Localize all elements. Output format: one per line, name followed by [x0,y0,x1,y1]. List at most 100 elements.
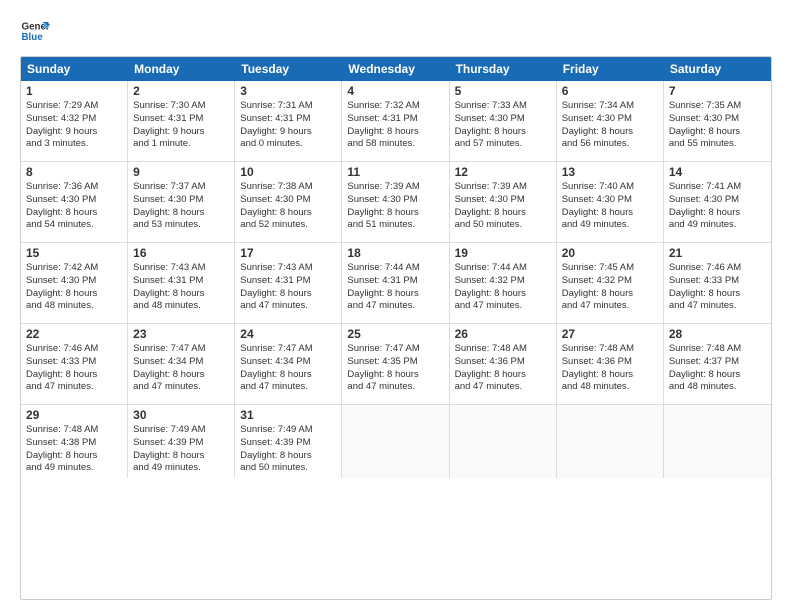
logo: General Blue [20,16,54,46]
cell-line: and 47 minutes. [240,300,336,313]
cell-line: Sunrise: 7:48 AM [669,343,766,356]
cell-line: Sunset: 4:37 PM [669,356,766,369]
cell-line: Sunrise: 7:47 AM [240,343,336,356]
cell-line: and 3 minutes. [26,138,122,151]
cell-line: Sunset: 4:30 PM [240,194,336,207]
calendar-header: SundayMondayTuesdayWednesdayThursdayFrid… [21,57,771,81]
cell-line: Daylight: 8 hours [669,288,766,301]
day-number-13: 13 [562,165,658,179]
cell-line: Sunrise: 7:48 AM [455,343,551,356]
cell-line: and 58 minutes. [347,138,443,151]
cell-line: Sunset: 4:32 PM [455,275,551,288]
cell-line: and 52 minutes. [240,219,336,232]
cell-line: Sunrise: 7:33 AM [455,100,551,113]
header-day-wednesday: Wednesday [342,57,449,81]
cell-line: Daylight: 8 hours [240,288,336,301]
cell-line: Daylight: 8 hours [240,369,336,382]
cell-line: and 49 minutes. [26,462,122,475]
cal-week-1: 1Sunrise: 7:29 AMSunset: 4:32 PMDaylight… [21,81,771,162]
day-number-16: 16 [133,246,229,260]
cell-line: Daylight: 8 hours [562,369,658,382]
cell-line: and 48 minutes. [133,300,229,313]
svg-text:Blue: Blue [22,32,44,43]
cell-line: Sunset: 4:30 PM [26,275,122,288]
cell-line: Daylight: 8 hours [26,207,122,220]
cell-line: and 0 minutes. [240,138,336,151]
cell-line: Sunset: 4:35 PM [347,356,443,369]
cell-line: Sunrise: 7:49 AM [240,424,336,437]
cal-cell-day-19: 19Sunrise: 7:44 AMSunset: 4:32 PMDayligh… [450,243,557,323]
cell-line: Daylight: 8 hours [133,207,229,220]
cell-line: Sunrise: 7:49 AM [133,424,229,437]
cell-line: Sunset: 4:31 PM [240,275,336,288]
day-number-19: 19 [455,246,551,260]
cal-cell-day-25: 25Sunrise: 7:47 AMSunset: 4:35 PMDayligh… [342,324,449,404]
day-number-12: 12 [455,165,551,179]
cal-cell-day-12: 12Sunrise: 7:39 AMSunset: 4:30 PMDayligh… [450,162,557,242]
cell-line: and 49 minutes. [669,219,766,232]
cell-line: Sunset: 4:36 PM [562,356,658,369]
cell-line: Sunrise: 7:44 AM [347,262,443,275]
cell-line: Sunset: 4:38 PM [26,437,122,450]
cal-cell-day-22: 22 Sunrise: 7:46 AMSunset: 4:33 PMDayligh… [21,324,128,404]
cell-line: Daylight: 8 hours [133,450,229,463]
cal-cell-empty [342,405,449,478]
cal-cell-day-23: 23Sunrise: 7:47 AMSunset: 4:34 PMDayligh… [128,324,235,404]
cal-cell-day-17: 17Sunrise: 7:43 AMSunset: 4:31 PMDayligh… [235,243,342,323]
cell-line: Daylight: 8 hours [669,126,766,139]
cell-line: Sunrise: 7:48 AM [26,424,122,437]
cell-line: Sunset: 4:30 PM [562,194,658,207]
cal-cell-day-5: 5Sunrise: 7:33 AMSunset: 4:30 PMDaylight… [450,81,557,161]
cell-line: and 50 minutes. [455,219,551,232]
day-number-9: 9 [133,165,229,179]
cell-line: Daylight: 8 hours [347,126,443,139]
cell-line: and 47 minutes. [562,300,658,313]
cell-line: Sunset: 4:39 PM [240,437,336,450]
cell-line: Daylight: 8 hours [455,126,551,139]
cell-line: Sunrise: 7:29 AM [26,100,122,113]
cell-line: Daylight: 8 hours [26,369,122,382]
cell-line: Sunrise: 7:35 AM [669,100,766,113]
cell-line: Daylight: 9 hours [26,126,122,139]
header-day-tuesday: Tuesday [235,57,342,81]
header: General Blue [20,16,772,46]
day-number-3: 3 [240,84,336,98]
cell-line: Daylight: 8 hours [133,369,229,382]
cell-line: Sunset: 4:30 PM [26,194,122,207]
cell-line: Sunset: 4:31 PM [347,113,443,126]
day-number-7: 7 [669,84,766,98]
cal-cell-day-8: 8Sunrise: 7:36 AMSunset: 4:30 PMDaylight… [21,162,128,242]
cell-line: and 50 minutes. [240,462,336,475]
cell-line: Sunrise: 7:42 AM [26,262,122,275]
cell-line: Sunset: 4:30 PM [669,113,766,126]
cell-line: Sunset: 4:30 PM [133,194,229,207]
cell-line: Sunrise: 7:47 AM [133,343,229,356]
cal-cell-empty [450,405,557,478]
cell-line: Sunset: 4:34 PM [133,356,229,369]
cell-line: Sunset: 4:31 PM [347,275,443,288]
cell-line: and 47 minutes. [347,300,443,313]
cell-line: Sunrise: 7:39 AM [455,181,551,194]
cell-line: and 47 minutes. [669,300,766,313]
cell-line: and 48 minutes. [562,381,658,394]
cell-line: Sunset: 4:32 PM [26,113,122,126]
cell-line: Daylight: 8 hours [455,288,551,301]
cal-week-5: 29Sunrise: 7:48 AMSunset: 4:38 PMDayligh… [21,405,771,478]
day-number-15: 15 [26,246,122,260]
cell-line: Sunrise: 7:43 AM [133,262,229,275]
cell-line: Daylight: 9 hours [240,126,336,139]
cal-cell-day-14: 14Sunrise: 7:41 AMSunset: 4:30 PMDayligh… [664,162,771,242]
cell-line: Sunrise: 7:46 AM [26,343,122,356]
cal-cell-empty [664,405,771,478]
cell-line: Sunrise: 7:41 AM [669,181,766,194]
calendar: SundayMondayTuesdayWednesdayThursdayFrid… [20,56,772,600]
cell-line: Daylight: 8 hours [240,450,336,463]
cell-line: Sunset: 4:33 PM [26,356,122,369]
day-number-6: 6 [562,84,658,98]
cell-line: Sunrise: 7:43 AM [240,262,336,275]
cell-line: and 48 minutes. [26,300,122,313]
cell-line: Sunset: 4:32 PM [562,275,658,288]
day-number-4: 4 [347,84,443,98]
day-number-22: 22 [26,327,122,341]
cell-line: Sunset: 4:39 PM [133,437,229,450]
